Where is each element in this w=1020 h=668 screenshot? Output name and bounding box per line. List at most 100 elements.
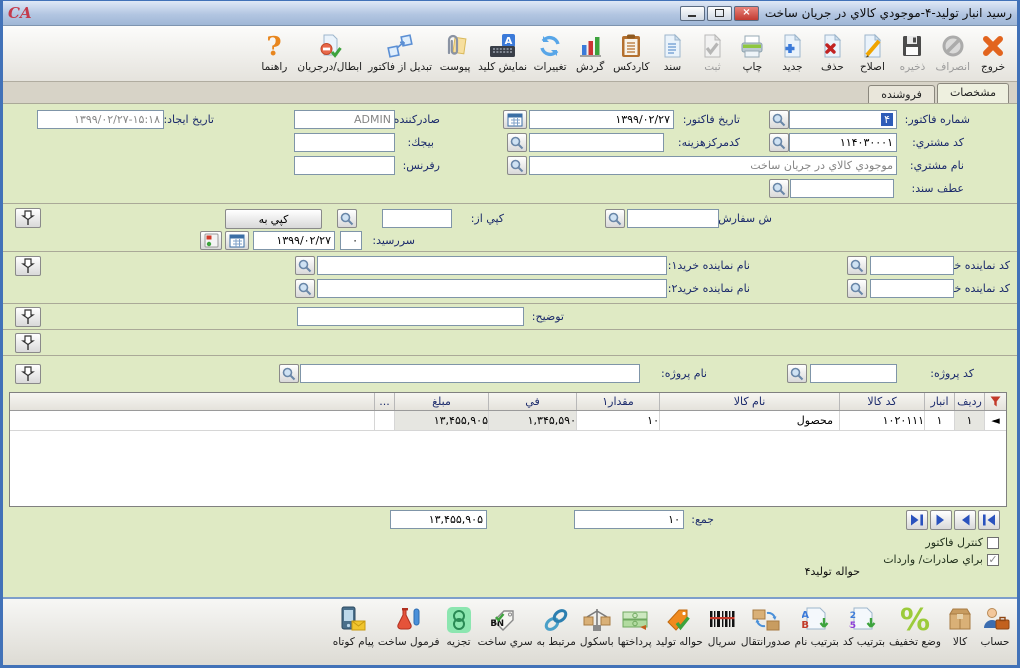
cell-unit-price[interactable]: ۱,۳۴۵,۵۹۰ xyxy=(488,411,576,430)
print-button[interactable]: چاپ xyxy=(732,28,772,73)
maximize-button[interactable] xyxy=(707,6,732,21)
show-keys-button[interactable]: A نمايش كليد xyxy=(475,28,530,73)
help-button[interactable]: ? راهنما xyxy=(254,28,294,73)
customer-name-search-button[interactable] xyxy=(507,156,527,175)
pin-button[interactable] xyxy=(15,208,41,228)
decompose-button[interactable]: تجزيه xyxy=(442,602,476,648)
weighbridge-button[interactable]: باسكول xyxy=(578,602,616,648)
copy-from-input[interactable] xyxy=(382,209,452,228)
cost-center-search-button[interactable] xyxy=(507,133,527,152)
buyer-rep1-code-input[interactable] xyxy=(870,256,954,275)
attachment-button[interactable]: پيوست xyxy=(435,28,475,73)
edit-button[interactable]: اصلاح xyxy=(852,28,892,73)
discount-status-button[interactable]: % وضع تخفيف xyxy=(887,602,943,648)
column-more[interactable]: ... xyxy=(374,393,394,410)
description-input[interactable] xyxy=(297,307,524,326)
cell-qty[interactable]: ۱۰ xyxy=(576,411,659,430)
turnover-button[interactable]: گردش xyxy=(570,28,610,73)
column-warehouse[interactable]: انبار xyxy=(924,393,954,410)
column-amount[interactable]: مبلغ xyxy=(394,393,488,410)
formula-button[interactable]: فرمول ساخت xyxy=(376,602,442,648)
buyer-rep2-code-input[interactable] xyxy=(870,279,954,298)
last-record-button[interactable] xyxy=(906,510,928,530)
project-name-input[interactable] xyxy=(300,364,640,383)
convert-from-invoice-button[interactable]: تبديل از فاكتور xyxy=(365,28,435,73)
order-number-search-button[interactable] xyxy=(605,209,625,228)
column-qty[interactable]: مقدار۱ xyxy=(576,393,659,410)
invoice-control-checkbox[interactable] xyxy=(987,537,999,549)
due-date-input[interactable]: ۱۳۹۹/۰۲/۲۷ xyxy=(253,231,335,250)
copy-to-button[interactable]: كپي به xyxy=(225,209,322,229)
new-button[interactable]: جديد xyxy=(772,28,812,73)
sort-by-name-button[interactable]: AB بترتيب نام xyxy=(793,602,841,648)
next-record-button[interactable] xyxy=(930,510,952,530)
invoice-date-calendar-button[interactable] xyxy=(503,110,527,129)
related-to-button[interactable]: مرتبط به xyxy=(535,602,578,648)
due-date-offset-input[interactable]: ۰ xyxy=(340,231,362,250)
pin-button[interactable] xyxy=(15,307,41,327)
cell-more[interactable] xyxy=(374,411,394,430)
pin-button[interactable] xyxy=(15,333,41,353)
copy-from-search-button[interactable] xyxy=(337,209,357,228)
sort-by-code-button[interactable]: 3245 بترتيب كد xyxy=(841,602,887,648)
export-import-checkbox[interactable]: ✓ xyxy=(987,554,999,566)
cost-center-input[interactable] xyxy=(529,133,664,152)
production-remittance-button[interactable]: حواله توليد xyxy=(654,602,705,648)
minimize-button[interactable] xyxy=(680,6,705,21)
delete-button[interactable]: حذف xyxy=(812,28,852,73)
first-record-button[interactable] xyxy=(978,510,1000,530)
account-button[interactable]: حساب xyxy=(977,602,1013,648)
changes-button[interactable]: تغييرات xyxy=(530,28,570,73)
cell-warehouse[interactable]: ۱ xyxy=(924,411,954,430)
sms-button[interactable]: پيام كوتاه xyxy=(331,602,376,648)
buyer-rep1-name-input[interactable] xyxy=(317,256,667,275)
column-item-name[interactable]: نام كالا xyxy=(659,393,839,410)
project-code-input[interactable] xyxy=(810,364,897,383)
kardex-button[interactable]: كاردكس xyxy=(610,28,652,73)
invoice-date-input[interactable]: ۱۳۹۹/۰۲/۲۷ xyxy=(529,110,674,129)
cell-row[interactable]: ۱ xyxy=(954,411,984,430)
batch-button[interactable]: BN سري ساخت xyxy=(476,602,535,648)
reference-input[interactable] xyxy=(294,156,395,175)
void-inprogress-button[interactable]: ابطال/درجريان xyxy=(294,28,365,73)
invoice-control-checkbox-row[interactable]: كنترل فاكتور xyxy=(925,536,999,549)
tab-vendor[interactable]: فروشنده xyxy=(868,85,935,103)
customer-code-search-button[interactable] xyxy=(769,133,789,152)
transfer-issue-button[interactable]: صدورانتقال xyxy=(739,602,793,648)
column-unit-price[interactable]: في xyxy=(488,393,576,410)
buyer-rep1-name-search-button[interactable] xyxy=(295,256,315,275)
cell-item-code[interactable]: ۱۰۲۰۱۱۱ xyxy=(839,411,924,430)
filter-icon[interactable] xyxy=(984,393,1006,410)
cell-item-name[interactable]: محصول xyxy=(659,411,839,430)
buyer-rep2-name-search-button[interactable] xyxy=(295,279,315,298)
pin-button[interactable] xyxy=(15,364,41,384)
voucher-button[interactable]: سند xyxy=(652,28,692,73)
pin-button[interactable] xyxy=(15,256,41,276)
buyer-rep1-code-search-button[interactable] xyxy=(847,256,867,275)
tab-specifications[interactable]: مشخصات xyxy=(937,83,1009,103)
invoice-number-search-button[interactable] xyxy=(769,110,789,129)
bijak-input[interactable] xyxy=(294,133,395,152)
close-button[interactable]: × xyxy=(734,6,759,21)
payments-button[interactable]: پرداختها xyxy=(616,602,654,648)
column-row[interactable]: رديف xyxy=(954,393,984,410)
goods-button[interactable]: كالا xyxy=(943,602,977,648)
serial-button[interactable]: سريال xyxy=(705,602,739,648)
invoice-number-input[interactable]: ۴ xyxy=(789,110,897,129)
due-date-calendar-button[interactable] xyxy=(225,231,249,250)
exit-button[interactable]: خروج xyxy=(973,28,1013,73)
buyer-rep2-name-input[interactable] xyxy=(317,279,667,298)
previous-record-button[interactable] xyxy=(954,510,976,530)
customer-name-input[interactable]: موجودي كالاي در جريان ساخت xyxy=(529,156,897,175)
doc-reference-search-button[interactable] xyxy=(769,179,789,198)
column-item-code[interactable]: كد كالا xyxy=(839,393,924,410)
doc-reference-input[interactable] xyxy=(790,179,894,198)
due-date-calculator-button[interactable] xyxy=(200,231,222,250)
order-number-input[interactable] xyxy=(627,209,719,228)
buyer-rep2-code-search-button[interactable] xyxy=(847,279,867,298)
export-import-checkbox-row[interactable]: ✓ براي صادرات/ واردات xyxy=(883,553,999,566)
customer-code-input[interactable]: ۱۱۴۰۳۰۰۰۱ xyxy=(789,133,897,152)
project-name-search-button[interactable] xyxy=(279,364,299,383)
cell-amount[interactable]: ۱۳,۴۵۵,۹۰۵ xyxy=(394,411,488,430)
project-code-search-button[interactable] xyxy=(787,364,807,383)
